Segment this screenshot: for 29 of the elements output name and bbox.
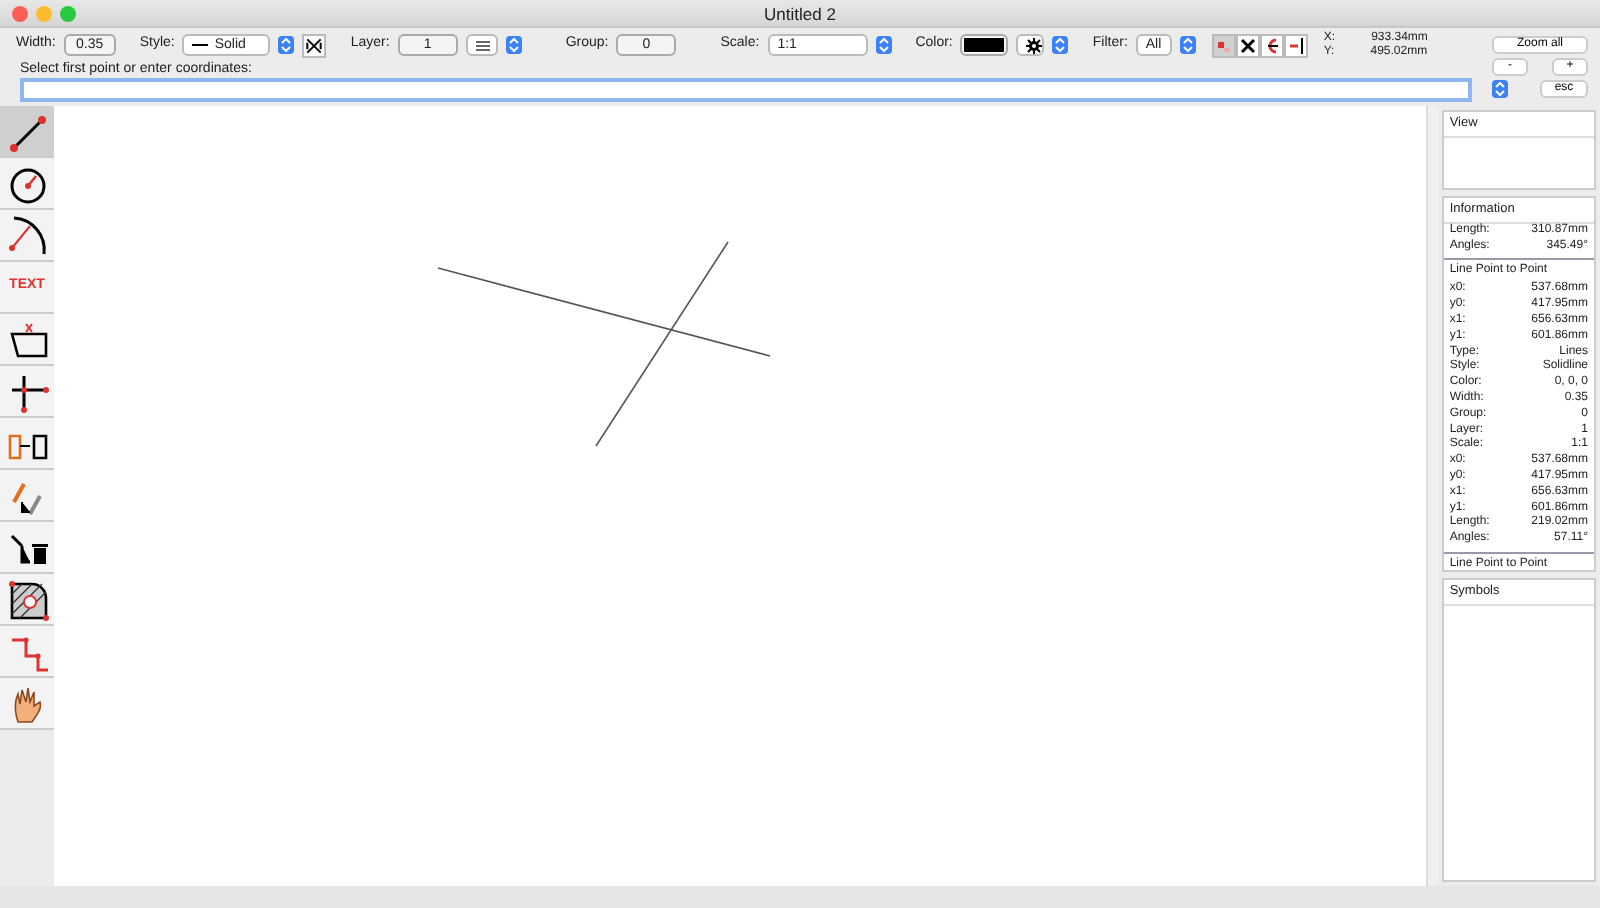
tool-button[interactable] bbox=[0, 418, 54, 470]
cross-icon[interactable] bbox=[302, 33, 327, 57]
stepper-icon[interactable] bbox=[1052, 36, 1069, 54]
stepper-icon[interactable] bbox=[1179, 36, 1196, 54]
arc-tool-icon bbox=[5, 213, 49, 257]
settings-menu[interactable] bbox=[1016, 34, 1045, 56]
tool-button[interactable] bbox=[0, 106, 54, 158]
tool-button[interactable] bbox=[0, 366, 54, 418]
tool-button[interactable] bbox=[0, 314, 54, 366]
tool-button[interactable] bbox=[0, 678, 54, 730]
tool-button[interactable] bbox=[0, 210, 54, 262]
list-icon bbox=[475, 39, 490, 51]
coordinate-input[interactable] bbox=[20, 78, 1472, 102]
tool-button[interactable] bbox=[0, 574, 54, 626]
tool-button[interactable] bbox=[0, 158, 54, 210]
stepper-icon[interactable] bbox=[875, 36, 892, 54]
line-end-icon[interactable] bbox=[1283, 33, 1308, 57]
stepper-icon[interactable] bbox=[278, 36, 295, 54]
window-title: Untitled 2 bbox=[764, 4, 836, 24]
stepper-icon[interactable] bbox=[505, 36, 522, 54]
arc-icon[interactable] bbox=[1259, 33, 1284, 57]
point-icon[interactable] bbox=[1211, 33, 1236, 57]
layer-menu[interactable] bbox=[465, 34, 498, 56]
cross-icon[interactable] bbox=[1235, 33, 1260, 57]
tool-button[interactable] bbox=[0, 522, 54, 574]
hatch-tool-icon bbox=[5, 577, 49, 621]
tool-button[interactable] bbox=[0, 470, 54, 522]
settings-icon bbox=[1026, 37, 1043, 53]
stepper-icon[interactable] bbox=[1492, 80, 1508, 98]
